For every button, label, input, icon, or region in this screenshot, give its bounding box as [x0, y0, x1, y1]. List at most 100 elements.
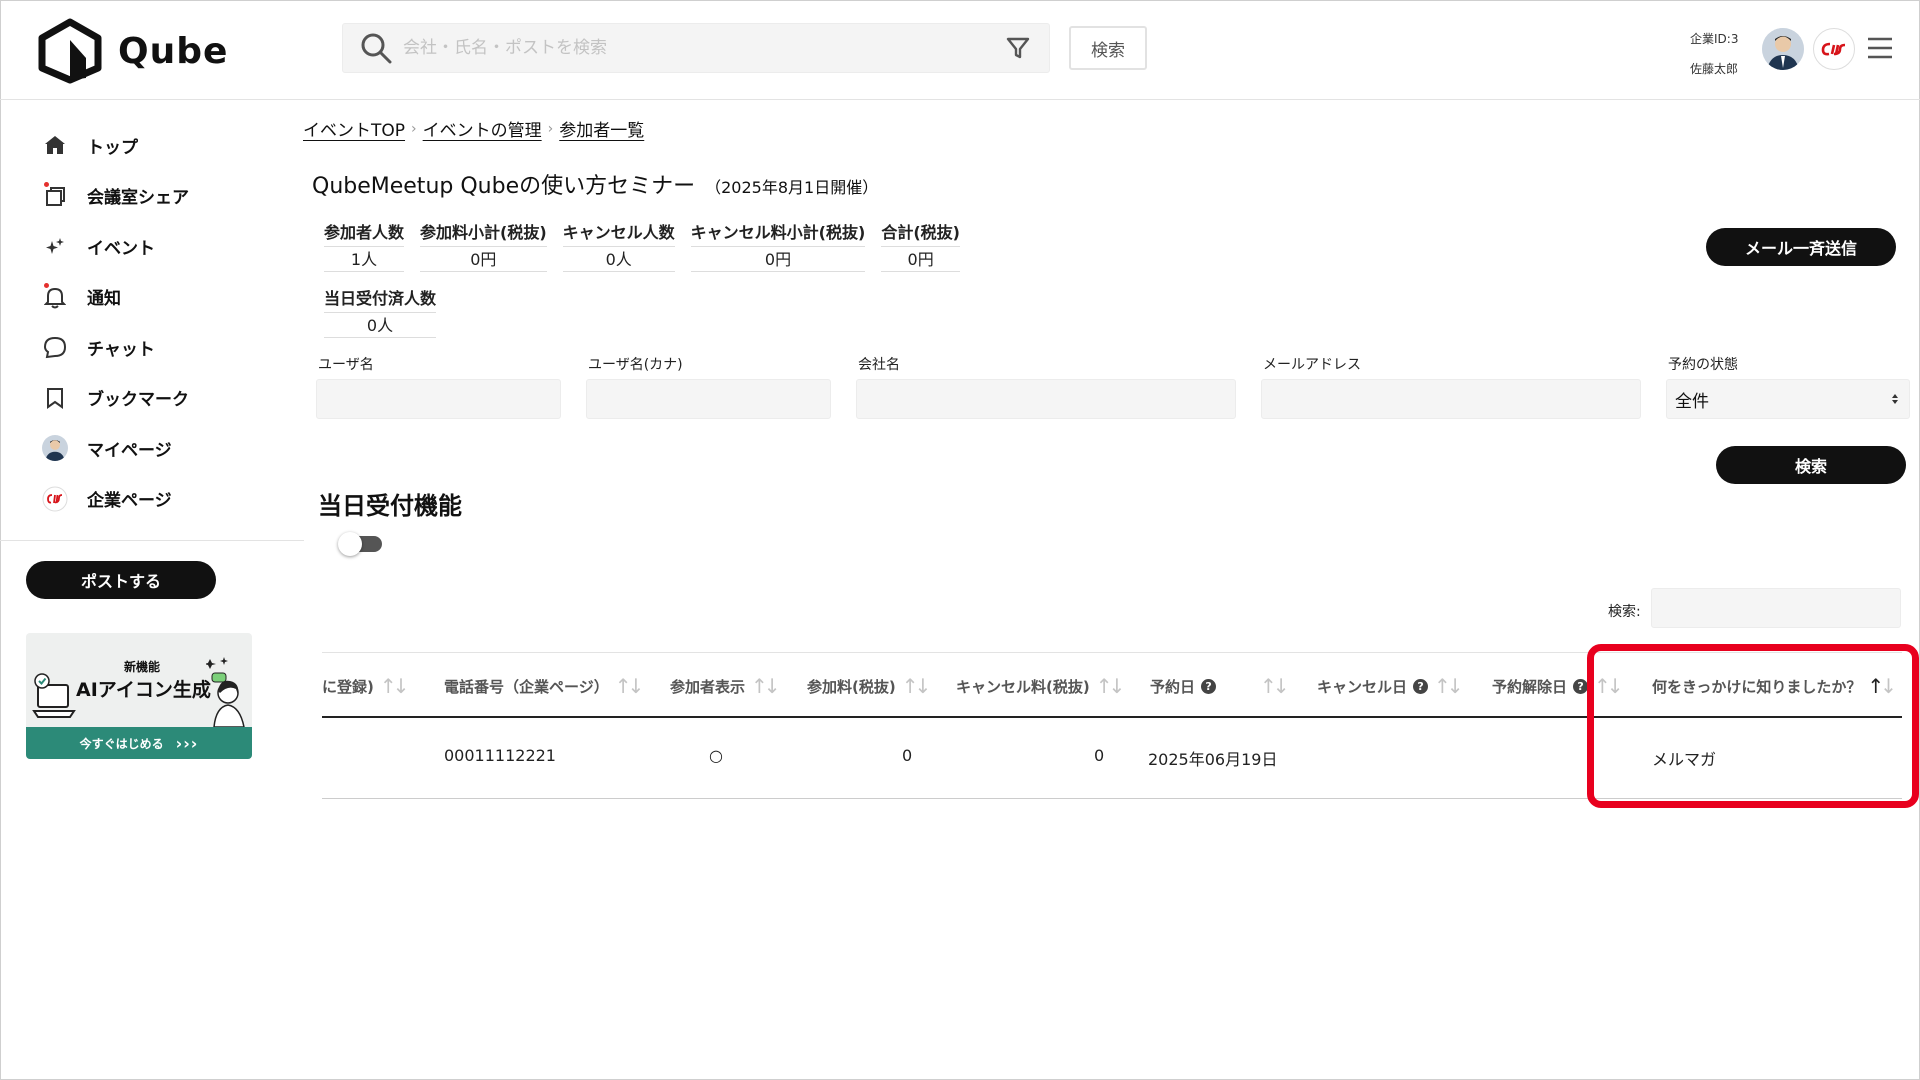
sidebar-item-label: トップ — [87, 137, 138, 158]
cell-cancel-fee: 0 — [1094, 746, 1105, 765]
qube-logo-icon — [38, 18, 102, 84]
username-field[interactable] — [316, 379, 561, 419]
col-header-reserve-date[interactable]: 予約日? ↑↓ — [1150, 674, 1289, 698]
header-search-button[interactable]: 検索 — [1069, 26, 1147, 70]
stats-day-table: 当日受付済人数 0人 — [316, 286, 444, 338]
sidebar-item-chat[interactable]: チャット — [40, 322, 189, 373]
stat-value: 1人 — [324, 246, 405, 272]
email-field[interactable] — [1261, 379, 1641, 419]
col-header-fee[interactable]: 参加料(税抜) ↑↓ — [807, 674, 931, 698]
status-select[interactable]: 全件 — [1666, 379, 1910, 419]
status-select-value: 全件 — [1675, 391, 1709, 412]
company-field[interactable] — [856, 379, 1236, 419]
event-title: QubeMeetup Qubeの使い方セミナー — [312, 174, 696, 199]
menu-icon[interactable] — [1866, 34, 1894, 62]
sidebar-item-mypage[interactable]: マイページ — [40, 423, 189, 474]
sidebar-item-notification[interactable]: 通知 — [40, 272, 189, 323]
stat-cancel-count: キャンセル人数 0人 — [555, 220, 683, 272]
stat-value: 0円 — [420, 246, 547, 272]
col-header-display[interactable]: 参加者表示 ↑↓ — [670, 674, 780, 698]
stat-cancel-fee: キャンセル料小計(税抜) 0円 — [683, 220, 874, 272]
company-logo[interactable] — [1813, 28, 1855, 70]
col-header-cancel-fee[interactable]: キャンセル料(税抜) ↑↓ — [956, 674, 1125, 698]
breadcrumb-participants[interactable]: 参加者一覧 — [559, 116, 644, 141]
stat-value: 0人 — [562, 246, 675, 272]
search-icon — [361, 33, 392, 64]
breadcrumb-event-top[interactable]: イベントTOP — [303, 116, 405, 141]
chevron-right-icon: › — [547, 120, 554, 137]
sidebar-item-event[interactable]: イベント — [40, 221, 189, 272]
banner-title: AIアイコン生成 — [76, 679, 211, 701]
reception-section-title: 当日受付機能 — [318, 492, 462, 520]
col-header-label: に登録) — [322, 677, 374, 696]
logo-text: Qube — [118, 30, 229, 72]
sidebar-item-label: 企業ページ — [87, 491, 172, 512]
sidebar-item-label: チャット — [87, 339, 155, 360]
stat-label: キャンセル料小計(税抜) — [690, 223, 866, 242]
sort-icon: ↑↓ — [1095, 674, 1125, 698]
sort-icon: ↑↓ — [901, 674, 931, 698]
bulk-mail-button[interactable]: メール一斉送信 — [1706, 228, 1896, 266]
chevron-right-icon: › — [411, 120, 417, 137]
col-header-label: 電話番号（企業ページ） — [444, 677, 609, 696]
col-header-phone[interactable]: 電話番号（企業ページ） ↑↓ — [444, 674, 644, 698]
avatar — [40, 433, 70, 463]
toggle-knob — [338, 532, 362, 556]
stat-label: 合計(税抜) — [881, 223, 960, 242]
username-kana-field[interactable] — [586, 379, 831, 419]
sort-icon: ↑↓ — [614, 674, 644, 698]
sidebar-item-company[interactable]: 企業ページ — [40, 474, 189, 525]
stat-day-reception: 当日受付済人数 0人 — [316, 286, 444, 338]
bell-icon — [40, 282, 70, 312]
cell-reserve-date: 2025年06月19日 — [1148, 750, 1278, 769]
table-search-label: 検索: — [1608, 604, 1641, 620]
sidebar-item-bookmark[interactable]: ブックマーク — [40, 373, 189, 424]
breadcrumb: イベントTOP › イベントの管理 › 参加者一覧 — [303, 116, 644, 142]
reception-toggle[interactable] — [338, 532, 382, 556]
post-button[interactable]: ポストする — [26, 561, 216, 599]
stat-value: 0円 — [690, 246, 866, 272]
sidebar-item-top[interactable]: トップ — [40, 120, 189, 171]
col-header-label: 参加者表示 — [670, 677, 746, 696]
col-header-label: キャンセル料(税抜) — [956, 677, 1090, 696]
banner-cta[interactable]: 今すぐはじめる ››› — [26, 727, 252, 759]
global-search-input[interactable] — [403, 25, 1005, 71]
stats-table: 参加者人数 1人 参加料小計(税抜) 0円 キャンセル人数 0人 キャンセル料小… — [316, 220, 968, 272]
filter-search-button[interactable]: 検索 — [1716, 446, 1906, 484]
chat-icon — [40, 332, 70, 362]
stat-label: 参加料小計(税抜) — [420, 223, 547, 242]
filter-label-email: メールアドレス — [1263, 357, 1361, 373]
select-arrows-icon — [1892, 394, 1898, 404]
help-icon[interactable]: ? — [1413, 678, 1429, 694]
filter-label-username-kana: ユーザ名(カナ) — [588, 357, 683, 373]
col-header-label: 予約日 — [1150, 677, 1196, 696]
chevrons-right-icon: ››› — [175, 733, 199, 753]
person-illustration-icon — [206, 657, 245, 727]
col-header-registered[interactable]: に登録) ↑↓ — [322, 674, 409, 698]
sidebar-item-label: 通知 — [87, 289, 121, 310]
stat-fee-subtotal: 参加料小計(税抜) 0円 — [412, 220, 555, 272]
sort-icon: ↑↓ — [379, 674, 409, 698]
help-icon[interactable]: ? — [1201, 678, 1217, 694]
avatar[interactable] — [1762, 28, 1804, 70]
table-search-input[interactable] — [1651, 588, 1901, 628]
sidebar-item-label: イベント — [87, 238, 155, 259]
stat-label: 当日受付済人数 — [324, 289, 437, 308]
help-icon[interactable]: ? — [1573, 678, 1589, 694]
col-header-cancel-date[interactable]: キャンセル日? ↑↓ — [1317, 674, 1463, 698]
filter-label-username: ユーザ名 — [318, 357, 374, 373]
breadcrumb-event-manage[interactable]: イベントの管理 — [423, 116, 542, 141]
sidebar-item-room-share[interactable]: 会議室シェア — [40, 171, 189, 222]
stat-value: 0人 — [324, 312, 437, 338]
sidebar-item-label: マイページ — [87, 440, 172, 461]
company-id: 企業ID:3 — [1690, 32, 1739, 46]
banner-new-feature: 新機能 — [124, 660, 161, 674]
qube-logo[interactable]: Qube — [36, 18, 228, 84]
filter-icon[interactable] — [1005, 35, 1031, 61]
col-header-label: キャンセル日 — [1317, 677, 1408, 696]
company-info: 企業ID:3 佐藤太郎 — [1690, 24, 1738, 84]
sort-icon: ↑↓ — [751, 674, 780, 698]
laptop-illustration-icon — [32, 673, 76, 718]
notification-dot — [44, 282, 49, 288]
ai-icon-banner[interactable]: 新機能 AIアイコン生成 今すぐはじめる ››› — [26, 633, 252, 759]
